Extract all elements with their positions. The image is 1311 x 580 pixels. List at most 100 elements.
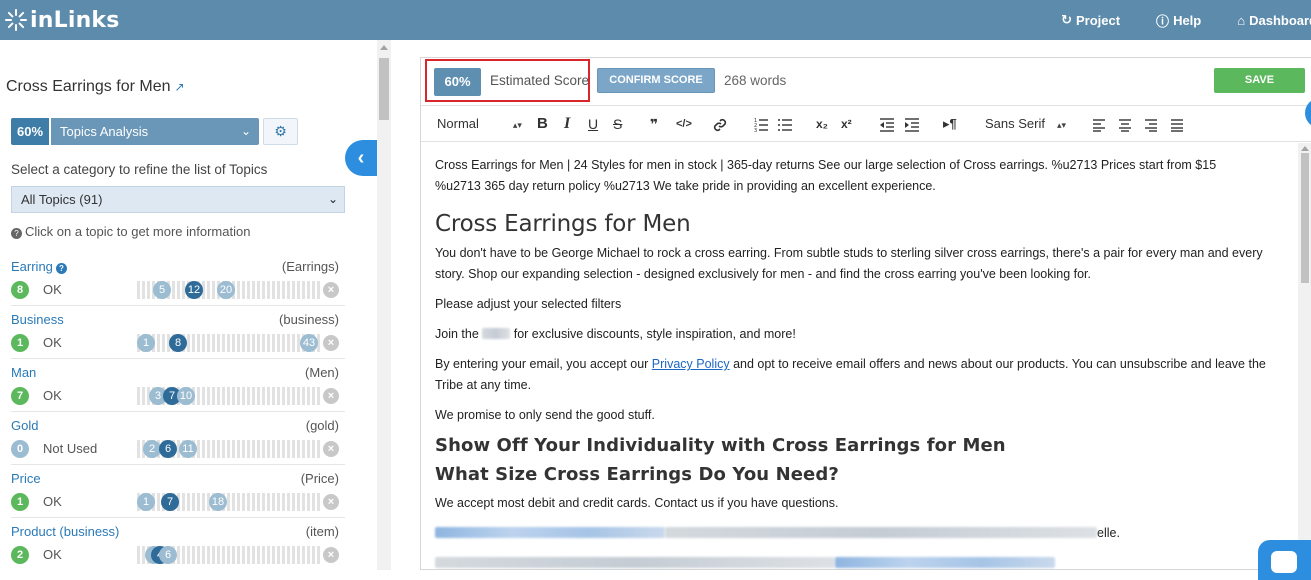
remove-topic-icon[interactable]: × (323, 441, 339, 457)
content-paragraph: We accept most debit and credit cards. C… (435, 496, 839, 510)
bullet-list-icon (778, 118, 792, 131)
topic-count-badge: 2 (11, 546, 29, 564)
remove-topic-icon[interactable]: × (323, 547, 339, 563)
align-justify-button[interactable] (1170, 106, 1184, 142)
external-link-icon[interactable]: ↗ (175, 80, 185, 94)
remove-topic-icon[interactable]: × (323, 388, 339, 404)
category-select[interactable]: All Topics (91) ⌄ (11, 186, 345, 213)
analysis-select-value: Topics Analysis (60, 124, 149, 139)
top-navbar: inLinks ↻ Project ⓘ Help ⌂ Dashboard (0, 0, 1311, 40)
strike-button[interactable]: S (613, 106, 622, 142)
topic-status: OK (43, 282, 62, 297)
question-circle-icon[interactable]: ? (55, 263, 67, 274)
collapse-sidebar-button[interactable]: ‹ (345, 140, 377, 176)
confirm-score-button[interactable]: CONFIRM SCORE (597, 68, 715, 93)
topic-name[interactable]: Man (11, 365, 36, 380)
content-paragraph: Join the for exclusive discounts, style … (435, 324, 1285, 345)
topic-name-text: Man (11, 365, 37, 380)
category-prompt: Select a category to refine the list of … (11, 162, 268, 177)
meta-line-2: %u2713 365 day return policy %u2713 We t… (435, 179, 936, 193)
italic-button[interactable]: I (564, 106, 570, 142)
ordered-list-icon: 123 (754, 118, 768, 134)
inlinks-logo[interactable]: inLinks (4, 7, 120, 33)
topic-status: OK (43, 388, 62, 403)
topic-usage-marker: 8 (169, 334, 187, 352)
align-right-button[interactable] (1144, 106, 1158, 142)
font-select[interactable]: Sans Serif ▴▾ (985, 106, 1066, 142)
p3-before: Join the (435, 327, 479, 341)
ordered-list-button[interactable]: 123 (753, 106, 769, 142)
chat-widget-button[interactable] (1258, 540, 1311, 580)
nav-project-link[interactable]: ↻ Project (1061, 12, 1120, 28)
save-button[interactable]: SAVE (1214, 68, 1305, 93)
topic-name[interactable]: Price (11, 471, 41, 486)
quote-icon: ❞ (650, 116, 659, 132)
scroll-up-arrow-icon[interactable] (1301, 146, 1309, 151)
subscript-icon: x₂ (816, 117, 829, 131)
topic-usage-track: 346 (137, 546, 321, 564)
content-h2: What Size Cross Earrings Do You Need? (435, 464, 839, 485)
updown-arrows-icon: ▴▾ (1056, 120, 1067, 130)
topic-usage-marker: 43 (300, 334, 318, 352)
topic-name[interactable]: Gold (11, 418, 38, 433)
topic-count-badge: 7 (11, 387, 29, 405)
topic-usage-track: 1 8 43 (137, 334, 321, 352)
align-center-button[interactable] (1118, 106, 1132, 142)
topic-count-badge: 1 (11, 493, 29, 511)
keyword-text: Cross Earrings for Men (6, 78, 171, 95)
subscript-button[interactable]: x₂ (816, 106, 828, 142)
superscript-button[interactable]: x² (841, 106, 852, 142)
bold-button[interactable]: B (537, 106, 548, 142)
indent-button[interactable] (904, 106, 920, 142)
topic-row[interactable]: Business (business) 1 OK 1 8 43 × (11, 306, 345, 359)
topic-row[interactable]: Gold (gold) 0 Not Used 2 6 11 × (11, 412, 345, 465)
scroll-up-arrow-icon[interactable] (380, 45, 388, 50)
topic-status: OK (43, 335, 62, 350)
sidebar-scrollbar[interactable] (377, 40, 391, 570)
topic-name[interactable]: Earring? (11, 259, 67, 274)
nav-dashboard-link[interactable]: ⌂ Dashboard (1237, 13, 1311, 28)
keyword-title: Cross Earrings for Men ↗ (6, 78, 185, 96)
topic-row[interactable]: Man (Men) 7 OK 3 7 10 × (11, 359, 345, 412)
code-button[interactable]: </> (676, 106, 692, 142)
align-justify-icon (1171, 118, 1183, 132)
blockquote-button[interactable]: ❞ (650, 106, 658, 142)
link-button[interactable] (712, 106, 728, 142)
topic-row[interactable]: Earring? (Earrings) 8 OK 5 12 20 × (11, 253, 345, 306)
nav-help-link[interactable]: ⓘ Help (1156, 11, 1201, 30)
topic-row[interactable]: Price (Price) 1 OK 1 7 18 × (11, 465, 345, 518)
topic-name-text: Product (business) (11, 524, 120, 539)
topic-status: OK (43, 547, 62, 562)
chevron-left-icon: ‹ (357, 147, 365, 169)
topic-count-badge: 0 (11, 440, 29, 458)
privacy-policy-link[interactable]: Privacy Policy (652, 357, 730, 371)
content-paragraph: We promise to only send the good stuff. (435, 408, 655, 422)
heading-select[interactable]: Normal ▴▾ (437, 106, 522, 142)
topic-name[interactable]: Product (business) (11, 524, 119, 539)
remove-topic-icon[interactable]: × (323, 335, 339, 351)
topic-type: (business) (279, 312, 339, 327)
redacted-text (665, 527, 1097, 538)
editor-scrollbar[interactable] (1298, 143, 1311, 570)
topic-type: (Price) (300, 471, 339, 486)
bullet-list-button[interactable] (777, 106, 793, 142)
remove-topic-icon[interactable]: × (323, 282, 339, 298)
editor-toolbar: Normal ▴▾ B I U S ❞ </> 123 x₂ x² ▸¶ Sans… (421, 106, 1311, 142)
content-h1: Cross Earrings for Men (435, 211, 691, 237)
text-direction-button[interactable]: ▸¶ (943, 106, 957, 142)
scrollbar-thumb[interactable] (1301, 153, 1309, 283)
settings-button[interactable]: ⚙ (263, 118, 298, 145)
outdent-button[interactable] (879, 106, 895, 142)
indent-icon (905, 117, 919, 132)
estimated-score-badge: 60% (434, 68, 481, 96)
analysis-select[interactable]: Topics Analysis ⌄ (51, 118, 259, 145)
topic-row[interactable]: Product (business) (item) 2 OK 346× (11, 518, 345, 570)
align-left-button[interactable] (1092, 106, 1106, 142)
scrollbar-thumb[interactable] (379, 58, 389, 120)
underline-button[interactable]: U (588, 106, 598, 142)
align-right-icon (1145, 118, 1157, 132)
remove-topic-icon[interactable]: × (323, 494, 339, 510)
editor-content[interactable]: Cross Earrings for Men | 24 Styles for m… (421, 143, 1299, 571)
topic-name[interactable]: Business (11, 312, 64, 327)
topic-usage-marker: 6 (159, 546, 177, 564)
